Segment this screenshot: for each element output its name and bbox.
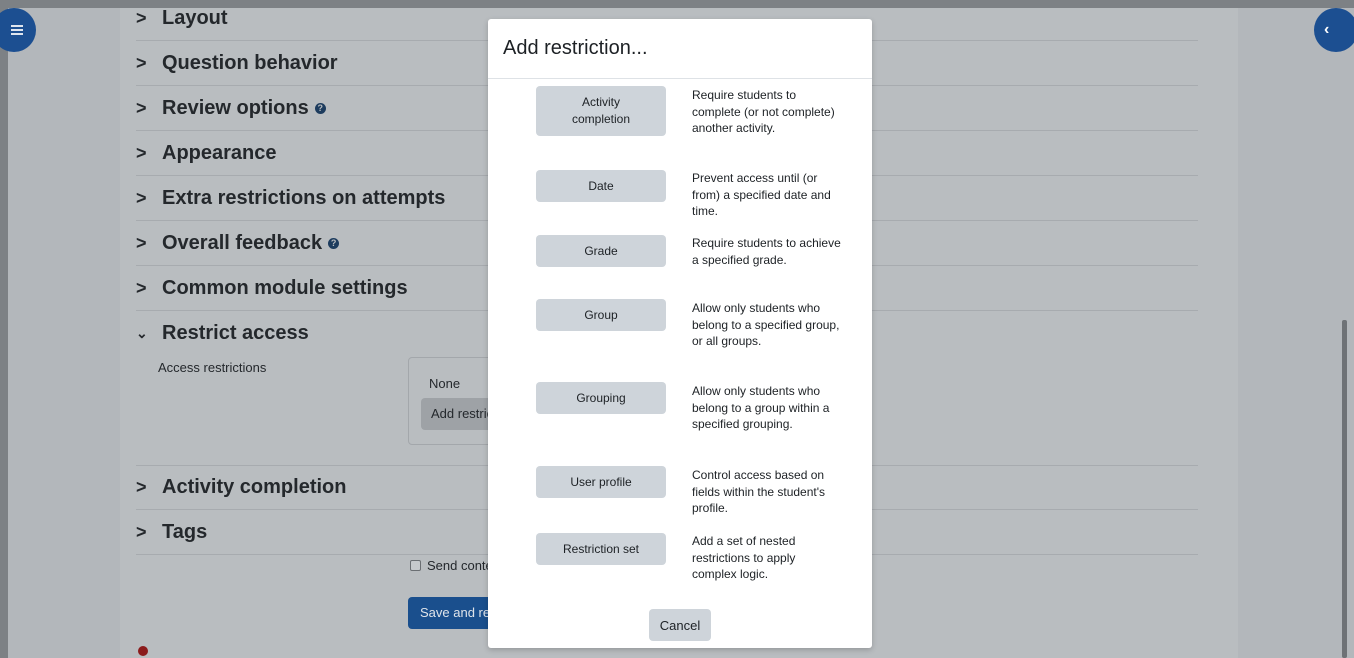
send-notification-checkbox[interactable] <box>410 560 421 571</box>
group-button[interactable]: Group <box>536 299 666 331</box>
grouping-description: Allow only students who belong to a grou… <box>692 384 830 431</box>
chevron-right-icon: > <box>136 187 147 208</box>
chevron-left-icon: ‹ <box>1324 21 1330 38</box>
page-scrollbar[interactable] <box>1342 320 1347 658</box>
block-drawer-toggle[interactable]: ‹ <box>1314 8 1354 52</box>
activity-completion-button[interactable]: Activity completion <box>536 86 666 136</box>
add-restriction-dialog: Add restriction... Activity completion R… <box>488 19 872 648</box>
dialog-title: Add restriction... <box>488 19 872 79</box>
chevron-right-icon: > <box>136 97 147 118</box>
chevron-right-icon: > <box>136 52 147 73</box>
question-circle-icon[interactable]: ? <box>328 237 340 249</box>
required-icon <box>138 646 148 656</box>
date-button[interactable]: Date <box>536 170 666 202</box>
section-title: Overall feedback <box>162 231 323 254</box>
chevron-right-icon: > <box>136 521 147 542</box>
menu-icon <box>11 25 23 35</box>
access-restrictions-label: Access restrictions <box>158 360 267 375</box>
group-description: Allow only students who belong to a spec… <box>692 301 840 348</box>
user-profile-description: Control access based on fields within th… <box>692 468 826 515</box>
section-title: Tags <box>162 520 208 543</box>
restrictions-none-text: None <box>429 376 461 391</box>
section-title: Restrict access <box>162 322 309 344</box>
grade-description: Require students to achieve a specified … <box>692 236 841 267</box>
grouping-button[interactable]: Grouping <box>536 382 666 414</box>
section-title: Layout <box>162 6 228 29</box>
activity-completion-description: Require students to complete (or not com… <box>692 88 835 135</box>
section-title: Review options <box>162 96 309 119</box>
restriction-set-button[interactable]: Restriction set <box>536 533 666 565</box>
chevron-right-icon: > <box>136 232 147 253</box>
chevron-down-icon: ⌄ <box>136 325 148 341</box>
date-description: Prevent access until (or from) a specifi… <box>692 171 831 218</box>
section-title: Common module settings <box>162 276 408 299</box>
section-title: Activity completion <box>162 476 347 498</box>
section-title: Question behavior <box>162 51 338 74</box>
user-profile-button[interactable]: User profile <box>536 466 666 498</box>
grade-button[interactable]: Grade <box>536 235 666 267</box>
restriction-set-description: Add a set of nested restrictions to appl… <box>692 534 796 581</box>
chevron-right-icon: > <box>136 7 147 28</box>
chevron-right-icon: > <box>136 477 147 497</box>
section-title: Extra restrictions on attempts <box>162 186 446 209</box>
cancel-button[interactable]: Cancel <box>649 609 711 641</box>
chevron-right-icon: > <box>136 277 147 298</box>
question-circle-icon[interactable]: ? <box>314 102 326 114</box>
chevron-right-icon: > <box>136 142 147 163</box>
section-title: Appearance <box>162 141 277 164</box>
